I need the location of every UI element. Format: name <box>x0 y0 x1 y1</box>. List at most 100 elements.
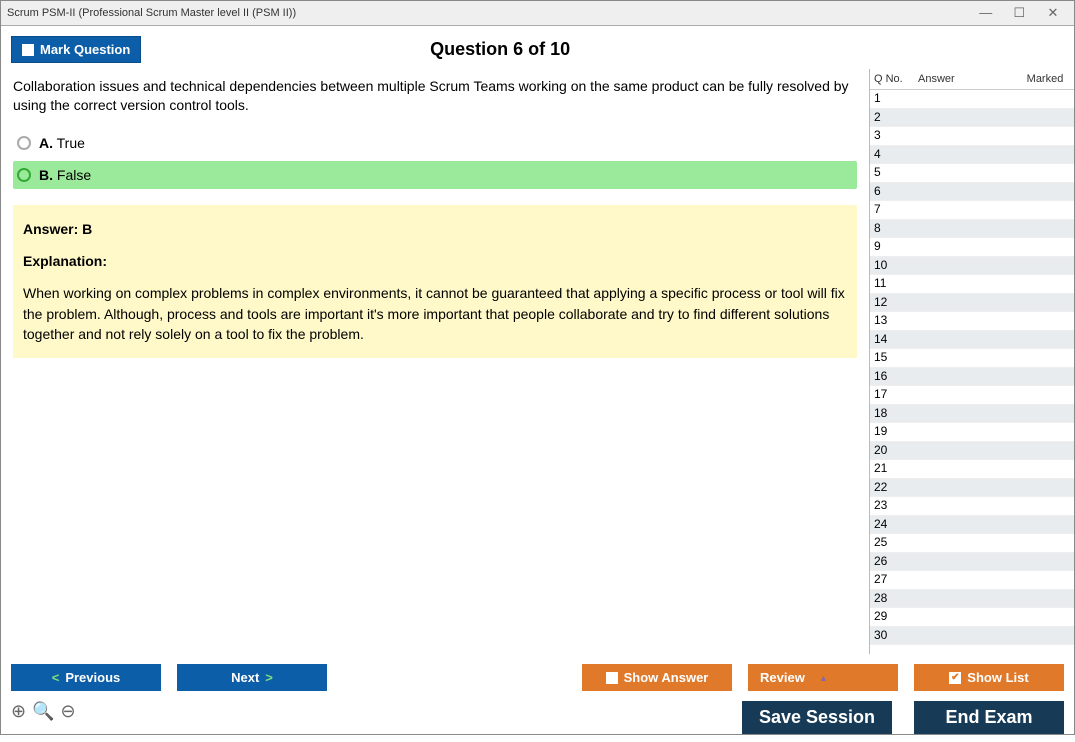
sidebar-body[interactable]: 1234567891011121314151617181920212223242… <box>870 90 1074 654</box>
option-label: A. True <box>39 135 85 151</box>
sidebar-header: Q No. Answer Marked <box>870 69 1074 90</box>
row-qno: 20 <box>874 442 918 460</box>
col-marked: Marked <box>1020 73 1070 85</box>
triangle-up-icon: ▲ <box>819 673 828 683</box>
row-qno: 16 <box>874 368 918 386</box>
row-qno: 27 <box>874 571 918 589</box>
save-session-button[interactable]: Save Session <box>742 701 892 734</box>
title-bar: Scrum PSM-II (Professional Scrum Master … <box>1 1 1074 26</box>
row-qno: 12 <box>874 294 918 312</box>
zoom-out-icon[interactable]: ⊖ <box>61 701 76 734</box>
row-qno: 3 <box>874 127 918 145</box>
show-list-label: Show List <box>967 670 1028 685</box>
col-qno: Q No. <box>874 73 918 85</box>
show-answer-button[interactable]: Show Answer <box>582 664 732 691</box>
window-controls: — ☐ ✕ <box>971 5 1068 21</box>
bottom-toolbar: < Previous Next > Show Answer Review ▲ S… <box>1 654 1074 697</box>
question-row[interactable]: 1 <box>870 90 1074 109</box>
close-icon[interactable]: ✕ <box>1038 5 1068 21</box>
question-row[interactable]: 12 <box>870 294 1074 313</box>
question-row[interactable]: 7 <box>870 201 1074 220</box>
checkbox-checked-icon <box>949 672 961 684</box>
row-qno: 22 <box>874 479 918 497</box>
zoom-in-icon[interactable]: 🔍 <box>32 701 54 734</box>
question-row[interactable]: 27 <box>870 571 1074 590</box>
row-qno: 28 <box>874 590 918 608</box>
row-qno: 26 <box>874 553 918 571</box>
explanation-text: When working on complex problems in comp… <box>23 283 847 344</box>
row-qno: 8 <box>874 220 918 238</box>
minimize-icon[interactable]: — <box>971 5 1001 20</box>
options-list: A. True B. False <box>13 129 857 189</box>
question-row[interactable]: 15 <box>870 349 1074 368</box>
zoom-reset-icon[interactable]: ⊕ <box>11 701 26 734</box>
mark-question-button[interactable]: Mark Question <box>11 36 141 63</box>
show-list-button[interactable]: Show List <box>914 664 1064 691</box>
row-qno: 6 <box>874 183 918 201</box>
question-row[interactable]: 5 <box>870 164 1074 183</box>
row-qno: 25 <box>874 534 918 552</box>
end-exam-label: End Exam <box>945 707 1032 728</box>
question-row[interactable]: 30 <box>870 627 1074 646</box>
row-qno: 29 <box>874 608 918 626</box>
question-row[interactable]: 4 <box>870 146 1074 165</box>
question-row[interactable]: 21 <box>870 460 1074 479</box>
question-row[interactable]: 19 <box>870 423 1074 442</box>
save-session-label: Save Session <box>759 707 875 728</box>
window-title: Scrum PSM-II (Professional Scrum Master … <box>7 7 296 19</box>
answer-explanation-box: Answer: B Explanation: When working on c… <box>13 205 857 358</box>
row-qno: 15 <box>874 349 918 367</box>
row-qno: 1 <box>874 90 918 108</box>
top-bar: Mark Question Question 6 of 10 <box>1 26 1074 69</box>
question-row[interactable]: 24 <box>870 516 1074 535</box>
previous-button[interactable]: < Previous <box>11 664 161 691</box>
row-qno: 13 <box>874 312 918 330</box>
question-row[interactable]: 29 <box>870 608 1074 627</box>
question-row[interactable]: 2 <box>870 109 1074 128</box>
question-row[interactable]: 17 <box>870 386 1074 405</box>
checkbox-icon <box>22 44 34 56</box>
option-label: B. False <box>39 167 91 183</box>
zoom-row: ⊕ 🔍 ⊖ Save Session End Exam <box>1 697 1074 742</box>
question-row[interactable]: 11 <box>870 275 1074 294</box>
row-qno: 14 <box>874 331 918 349</box>
question-row[interactable]: 13 <box>870 312 1074 331</box>
row-qno: 21 <box>874 460 918 478</box>
row-qno: 11 <box>874 275 918 293</box>
question-row[interactable]: 3 <box>870 127 1074 146</box>
row-qno: 24 <box>874 516 918 534</box>
maximize-icon[interactable]: ☐ <box>1004 5 1034 21</box>
row-qno: 7 <box>874 201 918 219</box>
question-row[interactable]: 9 <box>870 238 1074 257</box>
previous-label: Previous <box>65 670 120 685</box>
row-qno: 30 <box>874 627 918 645</box>
question-row[interactable]: 25 <box>870 534 1074 553</box>
answer-label: Answer: B <box>23 219 847 239</box>
question-row[interactable]: 18 <box>870 405 1074 424</box>
question-row[interactable]: 8 <box>870 220 1074 239</box>
review-button[interactable]: Review ▲ <box>748 664 898 691</box>
row-qno: 4 <box>874 146 918 164</box>
row-qno: 10 <box>874 257 918 275</box>
row-qno: 17 <box>874 386 918 404</box>
chevron-left-icon: < <box>52 670 60 685</box>
question-row[interactable]: 22 <box>870 479 1074 498</box>
question-row[interactable]: 10 <box>870 257 1074 276</box>
option-B[interactable]: B. False <box>13 161 857 189</box>
question-row[interactable]: 26 <box>870 553 1074 572</box>
col-answer: Answer <box>918 73 1020 85</box>
question-row[interactable]: 14 <box>870 331 1074 350</box>
row-qno: 18 <box>874 405 918 423</box>
question-row[interactable]: 28 <box>870 590 1074 609</box>
show-answer-label: Show Answer <box>624 670 709 685</box>
mark-question-label: Mark Question <box>40 42 130 57</box>
checkbox-icon <box>606 672 618 684</box>
question-row[interactable]: 16 <box>870 368 1074 387</box>
end-exam-button[interactable]: End Exam <box>914 701 1064 734</box>
row-qno: 19 <box>874 423 918 441</box>
question-row[interactable]: 20 <box>870 442 1074 461</box>
question-row[interactable]: 6 <box>870 183 1074 202</box>
next-button[interactable]: Next > <box>177 664 327 691</box>
option-A[interactable]: A. True <box>13 129 857 157</box>
question-row[interactable]: 23 <box>870 497 1074 516</box>
